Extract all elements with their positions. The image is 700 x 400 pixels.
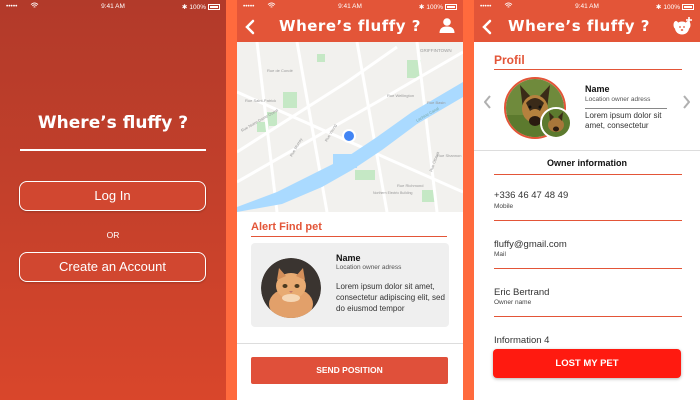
chevron-right-icon xyxy=(683,95,691,109)
lost-my-pet-button[interactable]: LOST MY PET xyxy=(493,349,681,378)
title-underline xyxy=(20,149,206,151)
divider xyxy=(474,150,700,151)
status-right: ✱ 100% xyxy=(419,3,457,11)
pet-name: Name xyxy=(336,253,361,263)
map-label: Rue Basin xyxy=(427,100,445,105)
map-label: GRIFFINTOWN xyxy=(420,48,452,53)
app-header: Where’s fluffy ? xyxy=(474,12,700,42)
battery-icon xyxy=(682,4,694,11)
map-label: Rue Wellington xyxy=(387,93,414,98)
screen-gap-1 xyxy=(226,0,237,400)
dog-plus-icon xyxy=(673,17,692,35)
status-bar: ••••• 9:41 AM ✱ 100% xyxy=(0,0,226,14)
carousel-next-button[interactable] xyxy=(682,95,691,112)
add-pet-button[interactable] xyxy=(672,15,694,42)
screen-gap-2 xyxy=(463,0,474,400)
bluetooth-icon: ✱ xyxy=(181,4,188,11)
battery-icon xyxy=(208,4,220,11)
status-right: ✱ 100% xyxy=(656,3,694,11)
owner-header-underline xyxy=(494,174,682,175)
owner-mobile-label: Mobile xyxy=(494,203,514,210)
bluetooth-icon: ✱ xyxy=(655,4,662,11)
pet-info-divider xyxy=(585,108,667,109)
alert-screen: ••••• 9:41 AM ✱ 100% Where’s fluffy ? GR… xyxy=(237,0,463,400)
field-underline xyxy=(494,220,682,221)
map-view[interactable]: GRIFFINTOWN Rue Wellington Rue Basin Lac… xyxy=(237,42,463,212)
field-underline xyxy=(494,268,682,269)
battery-percent: 100% xyxy=(189,4,206,11)
map-park xyxy=(283,92,297,108)
profile-button[interactable] xyxy=(439,17,455,38)
location-pin-icon xyxy=(344,131,354,141)
user-icon xyxy=(439,18,455,33)
chevron-left-icon xyxy=(483,95,491,109)
profile-screen: ••••• 9:41 AM ✱ 100% Where’s fluffy ? Pro… xyxy=(474,0,700,400)
pet-description: Lorem ipsum dolor sit amet, consectetur xyxy=(585,111,662,130)
alert-title: Alert Find pet xyxy=(251,221,322,233)
pet-location: Location owner adress xyxy=(585,96,651,103)
pet-description: Lorem ipsum dolor sit amet, consectetur … xyxy=(336,282,445,313)
send-position-button[interactable]: SEND POSITION xyxy=(251,357,448,384)
divider xyxy=(237,343,463,344)
battery-percent: 100% xyxy=(426,4,443,11)
map-basin xyxy=(333,154,357,168)
login-button[interactable]: Log In xyxy=(19,181,206,211)
battery-percent: 100% xyxy=(663,4,680,11)
or-divider-text: OR xyxy=(106,230,120,240)
owner-mail-label: Mail xyxy=(494,251,506,258)
login-screen: ••••• 9:41 AM ✱ 100% Where’s fluffy ? Log… xyxy=(0,0,226,400)
owner-mobile-value[interactable]: +336 46 47 48 49 xyxy=(494,190,568,201)
map-park xyxy=(317,54,325,62)
bluetooth-icon: ✱ xyxy=(418,4,425,11)
profile-title-underline xyxy=(494,69,682,70)
owner-name-value[interactable]: Eric Bertrand xyxy=(494,287,549,298)
alert-title-underline xyxy=(251,236,447,237)
battery-icon xyxy=(445,4,457,11)
dog-photo-small xyxy=(540,107,572,139)
profile-title: Profil xyxy=(494,53,525,67)
owner-name-label: Owner name xyxy=(494,299,532,306)
map-label: Northern Electric Building xyxy=(373,191,413,195)
pet-location: Location owner adress xyxy=(336,264,402,271)
app-title: Where’s fluffy ? xyxy=(37,113,189,133)
map-label: Rue de Condé xyxy=(267,68,294,73)
owner-info-header: Owner information xyxy=(546,158,627,168)
status-right: ✱ 100% xyxy=(182,3,220,11)
create-account-button[interactable]: Create an Account xyxy=(19,252,206,282)
map-label: Rue Shannon xyxy=(437,153,461,158)
owner-info4-value[interactable]: Information 4 xyxy=(494,335,549,346)
pet-name: Name xyxy=(585,84,610,94)
map-label: Rue Saint-Patrick xyxy=(245,98,276,103)
header-title: Where’s fluffy ? xyxy=(508,17,650,35)
map-park xyxy=(355,170,375,180)
map-label: Rue Richmond xyxy=(397,183,423,188)
app-header: Where’s fluffy ? xyxy=(237,12,463,42)
map-canvas: GRIFFINTOWN Rue Wellington Rue Basin Lac… xyxy=(237,42,463,212)
cat-photo xyxy=(261,258,321,318)
carousel-prev-button[interactable] xyxy=(483,95,492,112)
owner-mail-value[interactable]: fluffy@gmail.com xyxy=(494,239,567,250)
field-underline xyxy=(494,316,682,317)
header-title: Where’s fluffy ? xyxy=(279,17,421,35)
